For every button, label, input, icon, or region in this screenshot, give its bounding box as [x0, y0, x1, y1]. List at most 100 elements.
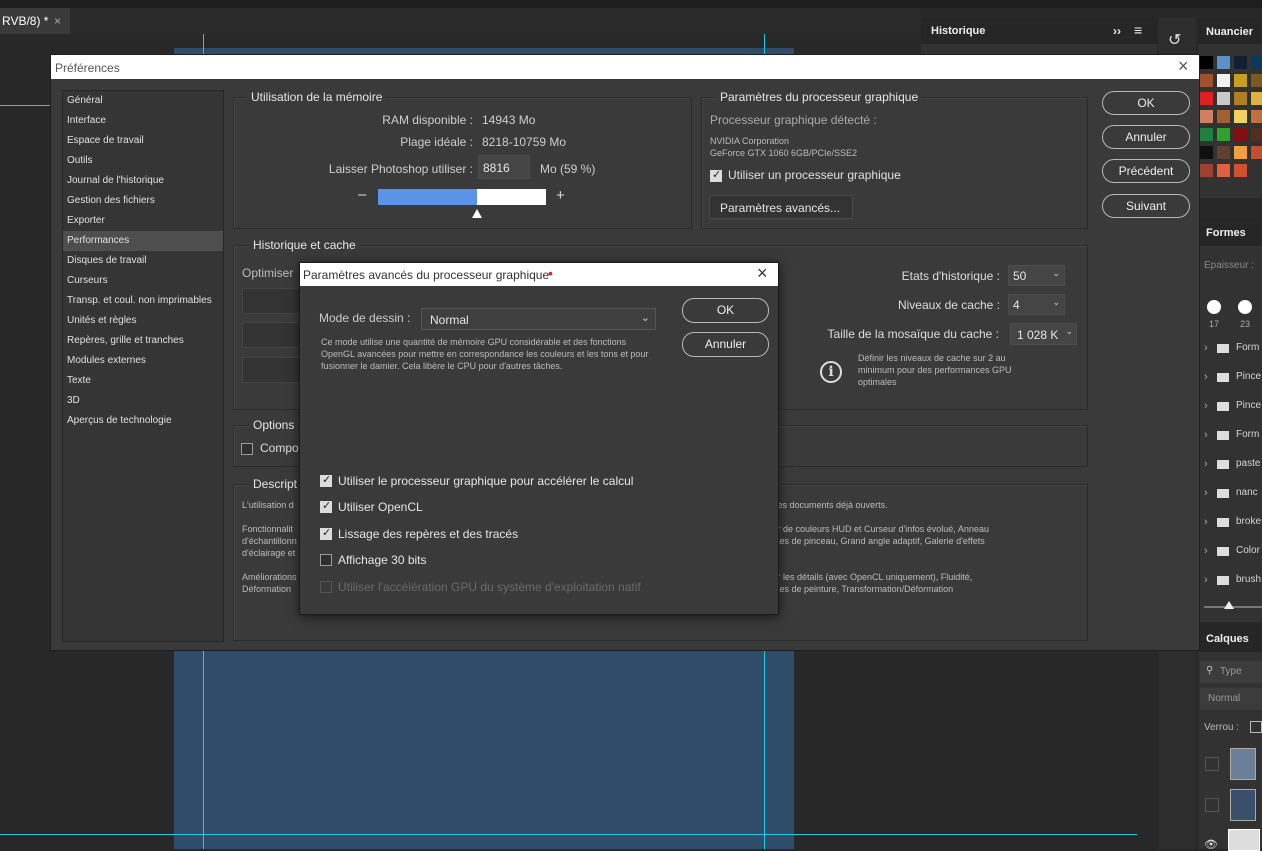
nav-item-type[interactable]: Texte: [63, 371, 223, 391]
chevron-right-icon[interactable]: ›: [1204, 574, 1208, 586]
swatch[interactable]: [1217, 110, 1230, 123]
draw-mode-select[interactable]: Normal ⌄: [421, 308, 656, 330]
swatch[interactable]: [1234, 56, 1247, 69]
chevron-down-icon[interactable]: ⌄: [1052, 298, 1060, 308]
nav-item-cursors[interactable]: Curseurs: [63, 271, 223, 291]
brush-group[interactable]: › Form: [1198, 335, 1262, 364]
swatch[interactable]: [1251, 128, 1262, 141]
panel-menu-icon[interactable]: ≡: [1134, 22, 1142, 38]
swatch[interactable]: [1234, 110, 1247, 123]
shapes-panel-title[interactable]: Formes: [1206, 227, 1246, 239]
layer-thumbnail[interactable]: [1230, 748, 1256, 780]
decrease-memory-button[interactable]: –: [358, 186, 366, 203]
layer-thumbnail[interactable]: [1228, 829, 1260, 851]
nav-item-performance[interactable]: Performances: [63, 231, 223, 251]
swatch[interactable]: [1217, 74, 1230, 87]
swatch[interactable]: [1200, 128, 1213, 141]
swatch[interactable]: [1217, 92, 1230, 105]
swatch[interactable]: [1200, 110, 1213, 123]
close-icon[interactable]: ×: [54, 8, 61, 34]
chevron-right-icon[interactable]: ›: [1204, 516, 1208, 528]
brush-group[interactable]: › Pince: [1198, 393, 1262, 422]
nav-item-file-handling[interactable]: Gestion des fichiers: [63, 191, 223, 211]
swatch[interactable]: [1200, 56, 1213, 69]
nav-item-scratch-disks[interactable]: Disques de travail: [63, 251, 223, 271]
use-gpu-checkbox[interactable]: [710, 168, 722, 182]
chevron-right-icon[interactable]: ›: [1204, 487, 1208, 499]
swatch[interactable]: [1234, 164, 1247, 177]
ok-button[interactable]: OK: [1102, 91, 1190, 115]
opencl-checkbox[interactable]: [320, 499, 332, 513]
chevron-right-icon[interactable]: ›: [1204, 429, 1208, 441]
cache-levels-input[interactable]: 4 ⌄: [1008, 294, 1065, 315]
optimise-button[interactable]: [242, 357, 304, 383]
history-states-input[interactable]: 50 ⌄: [1008, 265, 1065, 286]
antialias-checkbox[interactable]: [320, 526, 332, 540]
document-tab[interactable]: RVB/8) * ×: [0, 8, 70, 34]
visibility-toggle[interactable]: [1205, 798, 1219, 812]
swatch[interactable]: [1251, 74, 1262, 87]
chevron-right-icon[interactable]: ›: [1204, 371, 1208, 383]
lock-transparency-icon[interactable]: [1250, 721, 1262, 733]
layer-search-input[interactable]: ⚲ Type: [1200, 661, 1262, 683]
swatch[interactable]: [1234, 74, 1247, 87]
options-checkbox[interactable]: [241, 443, 253, 455]
visibility-toggle[interactable]: [1205, 757, 1219, 771]
swatch[interactable]: [1217, 146, 1230, 159]
cancel-button[interactable]: Annuler: [1102, 125, 1190, 149]
nav-item-history-log[interactable]: Journal de l'historique: [63, 171, 223, 191]
brush-preview[interactable]: [1238, 300, 1252, 314]
chevron-down-icon[interactable]: ⌄: [641, 311, 650, 324]
swatch[interactable]: [1200, 146, 1213, 159]
brush-group[interactable]: › Pince: [1198, 364, 1262, 393]
swatch[interactable]: [1251, 146, 1262, 159]
brush-group[interactable]: › brush: [1198, 567, 1262, 596]
brush-group[interactable]: › nanc: [1198, 480, 1262, 509]
chevron-right-icon[interactable]: ›: [1204, 342, 1208, 354]
swatch[interactable]: [1234, 128, 1247, 141]
cancel-button[interactable]: Annuler: [682, 332, 769, 357]
next-button[interactable]: Suivant: [1102, 194, 1190, 218]
nav-item-workspace[interactable]: Espace de travail: [63, 131, 223, 151]
swatch[interactable]: [1217, 56, 1230, 69]
brush-preview[interactable]: [1207, 300, 1221, 314]
close-icon[interactable]: ×: [757, 263, 768, 284]
nav-item-3d[interactable]: 3D: [63, 391, 223, 411]
swatch[interactable]: [1200, 92, 1213, 105]
memory-slider-thumb[interactable]: [472, 209, 482, 218]
tile-size-select[interactable]: 1 028 K ⌄: [1010, 323, 1077, 345]
nav-item-general[interactable]: Général: [63, 91, 223, 111]
swatch[interactable]: [1200, 74, 1213, 87]
ok-button[interactable]: OK: [682, 298, 769, 323]
collapse-icon[interactable]: ››: [1113, 24, 1121, 38]
brush-group[interactable]: › broke: [1198, 509, 1262, 538]
gpu-compute-checkbox[interactable]: [320, 473, 332, 487]
swatches-panel-title[interactable]: Nuancier: [1206, 26, 1253, 38]
eye-icon[interactable]: 👁: [1204, 838, 1218, 851]
chevron-right-icon[interactable]: ›: [1204, 400, 1208, 412]
nav-item-transparency-gamut[interactable]: Transp. et coul. non imprimables: [63, 291, 223, 311]
swatch[interactable]: [1200, 164, 1213, 177]
nav-item-export[interactable]: Exporter: [63, 211, 223, 231]
optimise-button[interactable]: [242, 322, 304, 348]
nav-item-plugins[interactable]: Modules externes: [63, 351, 223, 371]
swatch[interactable]: [1251, 110, 1262, 123]
memory-use-input[interactable]: 8816: [478, 155, 530, 179]
nav-item-tech-previews[interactable]: Aperçus de technologie: [63, 411, 223, 431]
chevron-down-icon[interactable]: ⌄: [1065, 327, 1073, 337]
close-icon[interactable]: ×: [1178, 56, 1189, 77]
swatch[interactable]: [1234, 92, 1247, 105]
swatch[interactable]: [1217, 164, 1230, 177]
layers-panel-title[interactable]: Calques: [1206, 633, 1249, 645]
chevron-right-icon[interactable]: ›: [1204, 458, 1208, 470]
swatch[interactable]: [1217, 128, 1230, 141]
previous-button[interactable]: Précédent: [1102, 159, 1190, 183]
brush-group[interactable]: › Form: [1198, 422, 1262, 451]
size-slider-thumb[interactable]: [1224, 601, 1234, 609]
brush-group[interactable]: › paste: [1198, 451, 1262, 480]
advanced-settings-button[interactable]: Paramètres avancés...: [709, 195, 853, 219]
nav-item-tools[interactable]: Outils: [63, 151, 223, 171]
swatch[interactable]: [1234, 146, 1247, 159]
30bit-display-checkbox[interactable]: [320, 554, 332, 566]
chevron-down-icon[interactable]: ⌄: [1052, 269, 1060, 279]
